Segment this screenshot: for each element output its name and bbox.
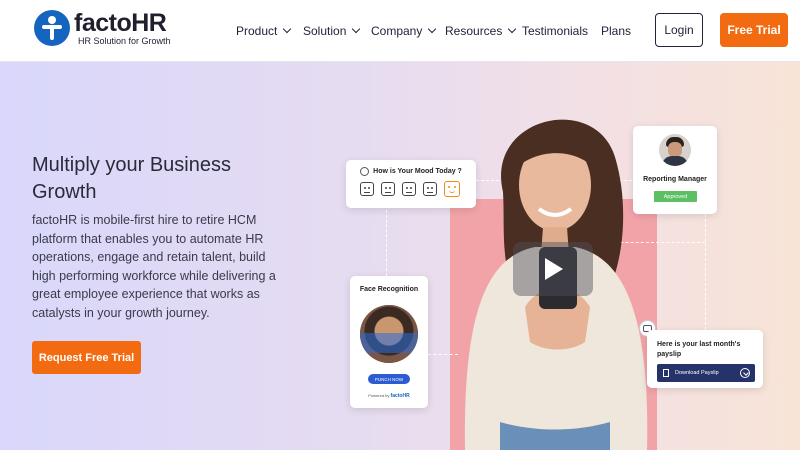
nav-item-label: Company bbox=[371, 24, 423, 38]
neutral-face-icon[interactable] bbox=[402, 182, 416, 196]
chevron-down-icon bbox=[283, 24, 292, 34]
download-icon bbox=[740, 368, 750, 378]
powered-brand: factoHR bbox=[390, 393, 410, 399]
free-trial-button[interactable]: Free Trial bbox=[720, 13, 788, 47]
hero-title: Multiply your Business Growth bbox=[32, 154, 231, 203]
payslip-message: Here is your last month's payslip bbox=[657, 341, 741, 358]
brand-logo[interactable]: factoHR HR Solution for Growth bbox=[34, 9, 171, 47]
hero-description: factoHR is mobile-first hire to retire H… bbox=[32, 213, 276, 320]
mood-options bbox=[360, 181, 467, 197]
face-recognition-title: Face Recognition bbox=[359, 286, 419, 293]
manager-title: Reporting Manager bbox=[643, 176, 707, 183]
nav-item-label: Plans bbox=[601, 24, 632, 38]
mood-title: How is Your Mood Today ? bbox=[373, 168, 462, 175]
face-scan-photo bbox=[360, 305, 418, 363]
brand-tagline: HR Solution for Growth bbox=[78, 36, 171, 46]
face-recognition-card: Face Recognition PUNCH NOW Powered by fa… bbox=[350, 276, 428, 408]
mood-card: How is Your Mood Today ? bbox=[346, 160, 476, 208]
nav-item-resources[interactable]: Resources bbox=[445, 24, 517, 38]
chevron-down-icon bbox=[508, 24, 517, 34]
powered-by: Powered by factoHR bbox=[350, 393, 428, 399]
smile-face-icon[interactable] bbox=[423, 182, 437, 196]
top-navbar: factoHR HR Solution for Growth Product S… bbox=[0, 0, 800, 62]
nav-item-label: Product bbox=[236, 24, 278, 38]
document-icon bbox=[663, 369, 669, 377]
chevron-down-icon bbox=[352, 24, 361, 34]
very-sad-face-icon[interactable] bbox=[360, 182, 374, 196]
connector-line bbox=[386, 210, 387, 276]
connector-line bbox=[705, 214, 706, 330]
manager-avatar bbox=[659, 134, 691, 166]
nav-item-label: Solution bbox=[303, 24, 347, 38]
nav-item-testimonials[interactable]: Testimonials bbox=[522, 24, 588, 38]
happy-face-icon[interactable] bbox=[444, 181, 460, 197]
nav-item-plans[interactable]: Plans bbox=[601, 24, 631, 38]
download-payslip-label: Download Payslip bbox=[675, 370, 719, 376]
status-badge: Approved bbox=[654, 191, 697, 202]
brand-name: factoHR bbox=[74, 9, 167, 37]
punch-now-button[interactable]: PUNCH NOW bbox=[368, 374, 410, 384]
nav-item-solution[interactable]: Solution bbox=[303, 24, 361, 38]
powered-prefix: Powered by bbox=[368, 393, 390, 398]
reporting-manager-card: Reporting Manager Approved bbox=[633, 126, 717, 214]
scan-overlay bbox=[360, 333, 418, 353]
request-free-trial-button[interactable]: Request Free Trial bbox=[32, 341, 141, 374]
payslip-card: Here is your last month's payslip Downlo… bbox=[647, 330, 763, 388]
connector-line bbox=[428, 354, 458, 355]
emoji-icon bbox=[360, 167, 370, 176]
chevron-down-icon bbox=[428, 24, 437, 34]
nav-item-label: Testimonials bbox=[522, 24, 589, 38]
sad-face-icon[interactable] bbox=[381, 182, 395, 196]
download-payslip-button[interactable]: Download Payslip bbox=[657, 364, 755, 382]
nav-item-label: Resources bbox=[445, 24, 503, 38]
hero-section: Multiply your Business Growth factoHR is… bbox=[0, 62, 800, 450]
video-play-button[interactable] bbox=[513, 242, 593, 296]
login-button[interactable]: Login bbox=[655, 13, 703, 47]
nav-item-company[interactable]: Company bbox=[371, 24, 437, 38]
logo-person-icon bbox=[34, 10, 70, 46]
nav-item-product[interactable]: Product bbox=[236, 24, 292, 38]
